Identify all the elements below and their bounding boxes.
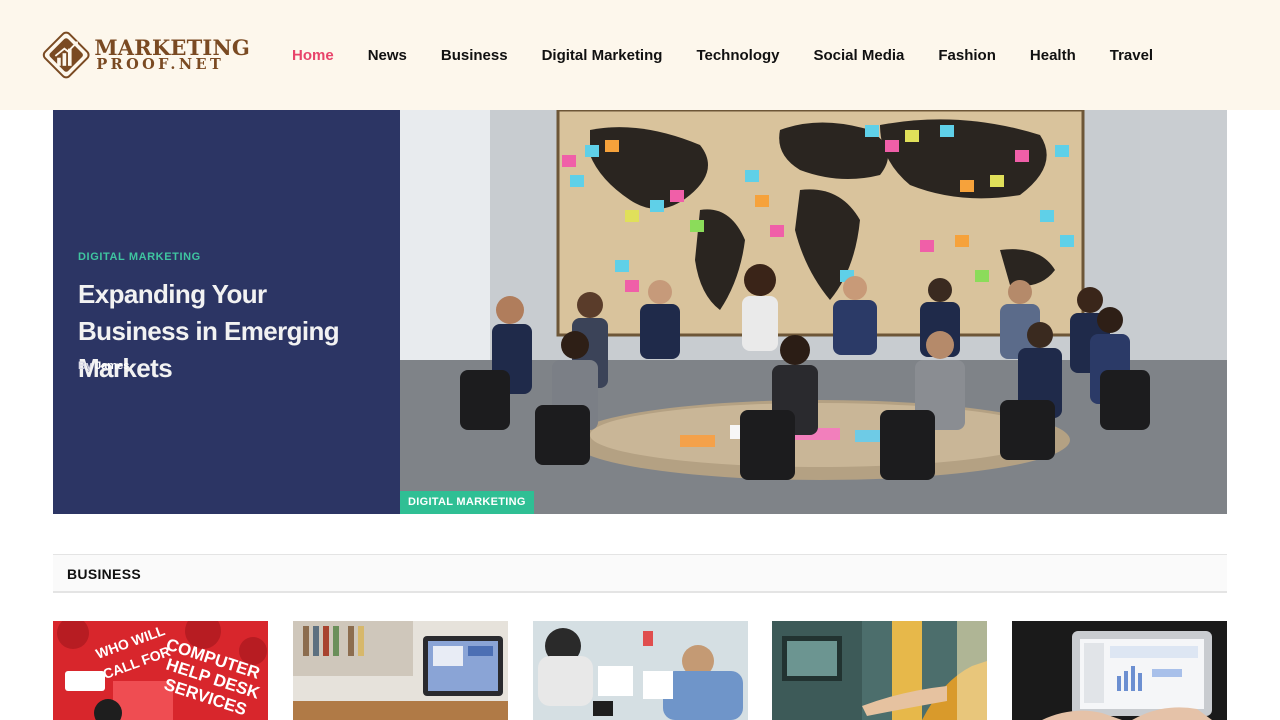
main-nav: Home News Business Digital Marketing Tec… [292, 44, 1187, 66]
nav-item-health[interactable]: Health [1030, 47, 1076, 64]
nav-item-digital-marketing[interactable]: Digital Marketing [542, 47, 663, 64]
post-thumbnail-3[interactable] [533, 621, 748, 720]
post-thumbnail-4[interactable] [772, 621, 987, 720]
meeting-table-photo-icon [533, 621, 748, 720]
section-title: BUSINESS [67, 566, 141, 582]
post-thumbnail-2[interactable] [293, 621, 508, 720]
help-desk-banner-photo-icon: WHO WILL YOU CALL FOR COMPUTER HELP DESK… [53, 621, 268, 720]
hero-image-category-badge[interactable]: DIGITAL MARKETING [400, 491, 534, 514]
post-thumbnail-5[interactable] [1012, 621, 1227, 720]
hero-category-link[interactable]: DIGITAL MARKETING [78, 251, 201, 263]
section-header-business: BUSINESS [53, 554, 1227, 593]
laptop-analytics-photo-icon [1012, 621, 1227, 720]
hero-image[interactable] [400, 110, 1227, 514]
laptop-desk-photo-icon [293, 621, 508, 720]
boardroom-photo-icon [400, 110, 1227, 514]
logo-line1: MARKETING [94, 35, 250, 61]
business-thumbnail-row: WHO WILL YOU CALL FOR COMPUTER HELP DESK… [53, 621, 1227, 720]
logo-diamond-icon [42, 31, 90, 79]
nav-item-business[interactable]: Business [441, 47, 508, 64]
author-link[interactable]: James [95, 360, 129, 372]
nav-item-technology[interactable]: Technology [696, 47, 779, 64]
logo-text: MARKETING PROOF.NET [94, 37, 250, 73]
hero-featured-post: DIGITAL MARKETING Expanding Your Busines… [53, 110, 1227, 514]
nav-item-social-media[interactable]: Social Media [814, 47, 905, 64]
site-logo[interactable]: MARKETING PROOF.NET [40, 26, 250, 84]
byline-prefix: By [78, 360, 96, 372]
hero-text-panel: DIGITAL MARKETING Expanding Your Busines… [53, 110, 400, 514]
nav-item-home[interactable]: Home [292, 47, 334, 64]
hero-byline: By James [78, 360, 129, 372]
nav-item-news[interactable]: News [368, 47, 407, 64]
nav-item-fashion[interactable]: Fashion [938, 47, 996, 64]
nav-item-travel[interactable]: Travel [1110, 47, 1153, 64]
atm-photo-icon [772, 621, 987, 720]
site-header: MARKETING PROOF.NET Home News Business D… [0, 0, 1280, 110]
logo-line2: PROOF.NET [96, 56, 225, 74]
post-thumbnail-1[interactable]: WHO WILL YOU CALL FOR COMPUTER HELP DESK… [53, 621, 268, 720]
